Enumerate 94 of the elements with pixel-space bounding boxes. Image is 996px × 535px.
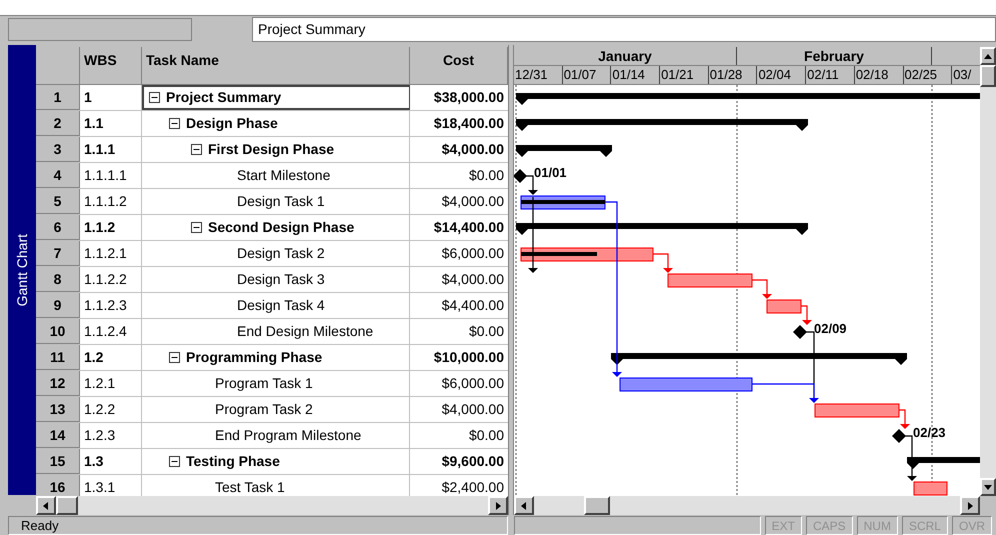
wbs-cell: 1.1.2.3: [80, 293, 142, 318]
milestone-date: 01/01: [534, 165, 567, 180]
task-name: Testing Phase: [186, 452, 280, 471]
task-name: Design Task 1: [237, 192, 325, 211]
task-name: End Program Milestone: [215, 426, 362, 445]
wbs-cell: 1.1.1.1: [80, 163, 142, 188]
cost-cell-text: $4,000.00: [440, 192, 505, 211]
week-header: 02/18: [854, 66, 904, 84]
task-name: Program Task 1: [215, 374, 313, 393]
wbs-cell: 1.2.3: [80, 423, 142, 448]
task-name-cell[interactable]: End Design Milestone: [142, 319, 410, 344]
wbs-cell: 1.3: [80, 449, 142, 474]
cost-cell-text: $6,000.00: [440, 374, 505, 393]
week-header: 01/28: [708, 66, 758, 84]
week-header: 02/04: [757, 66, 806, 84]
task-name-cell[interactable]: End Program Milestone: [142, 423, 410, 448]
task-name: Design Task 4: [237, 296, 325, 315]
row-number[interactable]: 13: [36, 397, 80, 422]
cost-cell-text: $10,000.00: [432, 348, 505, 367]
week-header: 12/31: [514, 66, 563, 84]
wbs-cell: 1: [80, 85, 142, 110]
task-name-cell[interactable]: Program Task 1: [142, 371, 410, 396]
row-number[interactable]: 16: [36, 475, 80, 496]
cost-cell-text: $0.00: [468, 166, 505, 185]
row-number[interactable]: 14: [36, 423, 80, 448]
row-number[interactable]: 10: [36, 319, 80, 344]
cost-cell-text: $4,000.00: [440, 400, 505, 419]
cost-cell-text: $2,400.00: [440, 478, 505, 496]
cost-cell-text: $18,400.00: [432, 114, 505, 133]
task-name-cell[interactable]: Testing Phase: [142, 449, 410, 474]
cost-cell-text: $4,000.00: [440, 140, 505, 159]
week-header: 02/11: [806, 66, 855, 84]
task-name: Programming Phase: [186, 348, 322, 367]
cost-cell-text: $0.00: [468, 426, 505, 445]
wbs-cell: 1.1.2.2: [80, 267, 142, 292]
task-name-cell[interactable]: Design Task 3: [142, 267, 410, 292]
task-name: Start Milestone: [237, 166, 330, 185]
cost-cell-text: $38,000.00: [432, 88, 505, 107]
cost-cell-text: $14,400.00: [432, 218, 505, 237]
row-number[interactable]: 3: [36, 137, 80, 162]
wbs-cell: 1.1.1.2: [80, 189, 142, 214]
row-number[interactable]: 5: [36, 189, 80, 214]
wbs-cell: 1.1: [80, 111, 142, 136]
wbs-cell: 1.1.2: [80, 215, 142, 240]
task-name-cell[interactable]: Program Task 2: [142, 397, 410, 422]
task-name: End Design Milestone: [237, 322, 374, 341]
wbs-cell: 1.2.1: [80, 371, 142, 396]
task-name-cell[interactable]: Project Summary: [142, 85, 410, 110]
cost-cell-text: $0.00: [468, 322, 505, 341]
task-name: Design Task 2: [237, 244, 325, 263]
task-name-cell[interactable]: First Design Phase: [142, 137, 410, 162]
row-number[interactable]: 12: [36, 371, 80, 396]
wbs-cell: 1.2: [80, 345, 142, 370]
cost-cell-text: $4,000.00: [440, 270, 505, 289]
wbs-cell: 1.1.2.4: [80, 319, 142, 344]
status-message: Ready: [8, 516, 508, 535]
cost-cell-text: $4,400.00: [440, 296, 505, 315]
task-name-cell[interactable]: Start Milestone: [142, 163, 410, 188]
cost-cell-text: $9,600.00: [440, 452, 505, 471]
task-name: Design Task 3: [237, 270, 325, 289]
task-name-cell[interactable]: Second Design Phase: [142, 215, 410, 240]
row-number[interactable]: 8: [36, 267, 80, 292]
task-name: Test Task 1: [215, 478, 285, 496]
task-name: First Design Phase: [208, 140, 334, 159]
entry-field[interactable]: Project Summary: [252, 17, 996, 42]
row-number[interactable]: 1: [36, 85, 80, 110]
task-name-cell[interactable]: Design Task 1: [142, 189, 410, 214]
row-number[interactable]: 11: [36, 345, 80, 370]
week-header: 01/07: [562, 66, 612, 84]
row-number[interactable]: 2: [36, 111, 80, 136]
task-name-cell[interactable]: Design Task 2: [142, 241, 410, 266]
wbs-cell: 1.2.2: [80, 397, 142, 422]
wbs-cell: 1.1.1: [80, 137, 142, 162]
row-number[interactable]: 15: [36, 449, 80, 474]
row-number[interactable]: 6: [36, 215, 80, 240]
task-name: Program Task 2: [215, 400, 313, 419]
row-number[interactable]: 9: [36, 293, 80, 318]
milestone-date: 02/23: [913, 425, 946, 440]
cost-cell-text: $6,000.00: [440, 244, 505, 263]
task-name: Project Summary: [166, 88, 282, 107]
wbs-cell: 1.1.2.1: [80, 241, 142, 266]
task-name: Design Phase: [186, 114, 278, 133]
task-name: Second Design Phase: [208, 218, 354, 237]
view-bar[interactable]: Gantt Chart: [8, 45, 36, 495]
task-name-cell[interactable]: Programming Phase: [142, 345, 410, 370]
milestone-date: 02/09: [814, 321, 847, 336]
row-number[interactable]: 7: [36, 241, 80, 266]
week-header: 01/14: [611, 66, 660, 84]
task-name-cell[interactable]: Design Task 4: [142, 293, 410, 318]
view-label: Gantt Chart: [12, 234, 30, 306]
week-header: 01/21: [660, 66, 709, 84]
week-header: 02/25: [904, 66, 952, 84]
task-name-cell[interactable]: Design Phase: [142, 111, 410, 136]
row-number[interactable]: 4: [36, 163, 80, 188]
